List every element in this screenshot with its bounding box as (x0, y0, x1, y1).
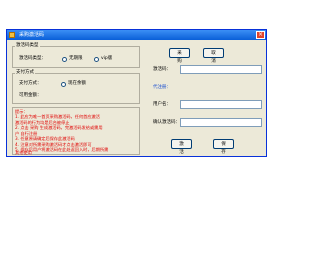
code-label: 激活码： (153, 67, 171, 72)
activate-button[interactable]: 激活 (171, 139, 192, 155)
code-type-label: 激活码类型： (19, 56, 46, 61)
tip-line: 其他使用 (15, 150, 32, 155)
register-heading: 代注册： (153, 85, 171, 90)
tips-box: 提示： 1. 此应为唯一首页采购激活码，任何首应激活 激活码的行为均是后台被停止… (12, 107, 140, 155)
save-button[interactable]: 保存 (213, 139, 234, 155)
close-icon[interactable]: × (256, 31, 265, 39)
activation-code-field[interactable] (180, 65, 262, 74)
purchase-button[interactable]: 采购 (169, 48, 190, 64)
username-label: 用户名： (153, 102, 171, 107)
window-title: 采购激活码 (19, 32, 45, 38)
radio-vip-label[interactable]: vip版 (101, 56, 112, 62)
purchase-activation-dialog: 采购激活码 × 激活码类型 激活码类型： 无期限 vip版 支付方式 支付方式：… (6, 29, 267, 157)
username-field[interactable] (180, 100, 262, 109)
payment-group (12, 73, 140, 104)
radio-balance-label[interactable]: 现在余额 (68, 81, 86, 87)
available-balance-label: 可用金额： (19, 93, 42, 98)
code-type-group-title: 激活码类型 (15, 43, 40, 48)
radio-balance[interactable] (61, 82, 66, 87)
payment-method-label: 支付方式： (19, 81, 42, 86)
radio-vip[interactable] (94, 57, 99, 62)
cancel-button[interactable]: 取消 (203, 48, 224, 64)
confirm-code-label: 确认激活码： (153, 120, 180, 125)
payment-group-title: 支付方式 (15, 70, 35, 75)
title-bar: 采购激活码 × (7, 30, 266, 40)
confirm-code-field[interactable] (180, 118, 262, 127)
app-icon (9, 32, 15, 38)
radio-unlimited-label[interactable]: 无期限 (69, 56, 83, 62)
radio-unlimited[interactable] (62, 57, 67, 62)
